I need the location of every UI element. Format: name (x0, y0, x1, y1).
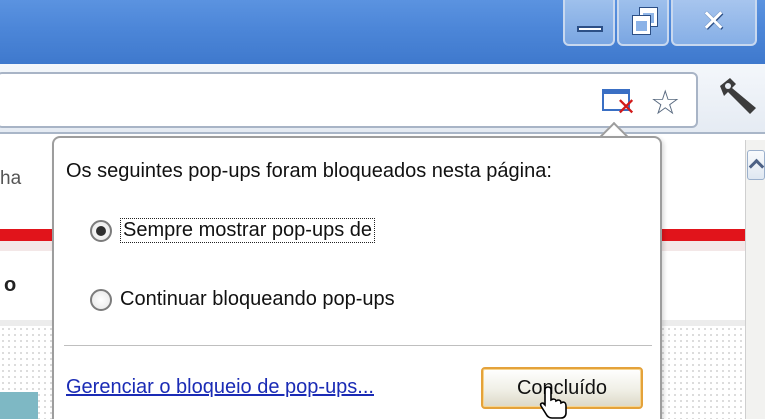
radio-button-unchecked[interactable] (90, 288, 112, 311)
page-partial-text: ha (0, 168, 22, 189)
vertical-scrollbar[interactable] (745, 140, 765, 419)
star-icon[interactable]: ☆ (650, 84, 680, 122)
radio-button-checked[interactable] (90, 219, 112, 242)
page-partial-heading: o (4, 274, 17, 296)
scroll-up-button[interactable] (747, 150, 765, 180)
minimize-button[interactable] (563, 0, 615, 46)
minimize-icon (577, 26, 603, 32)
radio-always-show-label: Sempre mostrar pop-ups de (120, 218, 376, 243)
close-icon: ✕ (701, 4, 727, 39)
browser-toolbar: ✕ ☆ (0, 64, 765, 134)
address-bar[interactable]: ✕ ☆ (0, 72, 698, 128)
title-bar: ✕ (0, 0, 765, 64)
hand-cursor-icon (538, 386, 568, 419)
restore-button[interactable] (617, 0, 669, 46)
restore-icon (632, 7, 658, 35)
wrench-icon[interactable] (716, 76, 762, 116)
bubble-separator (64, 345, 652, 346)
popup-blocked-icon[interactable]: ✕ (602, 89, 640, 119)
radio-keep-blocking[interactable]: Continuar bloqueando pop-ups (90, 288, 395, 311)
popup-blocked-bubble: Os seguintes pop-ups foram bloqueados ne… (52, 136, 662, 419)
page-teal-block (0, 392, 38, 419)
radio-keep-blocking-label: Continuar bloqueando pop-ups (120, 288, 395, 310)
close-button[interactable]: ✕ (671, 0, 757, 46)
bubble-title: Os seguintes pop-ups foram bloqueados ne… (66, 160, 552, 182)
window-controls: ✕ (563, 0, 765, 48)
manage-popups-link[interactable]: Gerenciar o bloqueio de pop-ups... (66, 376, 374, 399)
radio-always-show[interactable]: Sempre mostrar pop-ups de (90, 218, 376, 243)
